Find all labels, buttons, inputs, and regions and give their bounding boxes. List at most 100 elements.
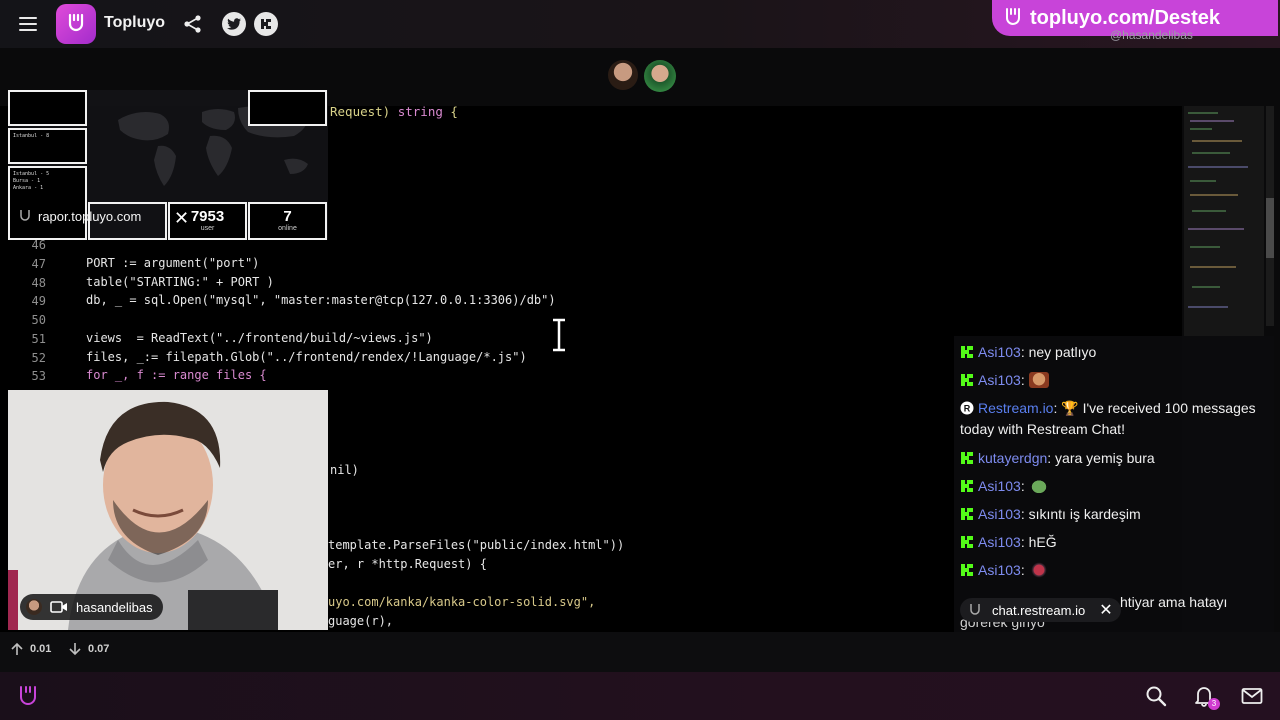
line-number: 49 [31,294,46,308]
share-icon[interactable] [181,12,205,36]
kick-badge-icon [961,346,973,358]
line-number: 50 [31,313,46,327]
kick-badge-icon [961,374,973,386]
report-url: rapor.topluyo.com [38,208,142,224]
code-line: PORT := argument("port") [86,256,260,270]
mail-icon[interactable] [1240,684,1264,708]
online-count: 7 [283,208,292,225]
viewer-avatar[interactable] [644,60,676,92]
kick-badge-icon [961,480,973,492]
bottom-nav [0,672,1280,720]
chat-message-partial: htiyar ama hatayı [1120,594,1228,610]
report-widget: Istanbul - 8 Istanbul - 5 Bursa - 1 Anka… [8,90,328,240]
chat-text: sıkıntı iş kardeşim [1024,506,1141,522]
code-fragment: er, r *http.Request) { [328,557,487,571]
chat-text: hEĞ [1024,534,1057,550]
chat-username[interactable]: Asi103 [978,478,1021,494]
streamer-name: hasandelibas [76,599,153,615]
bug-emote-icon [1028,562,1049,578]
close-icon[interactable]: ✕ [1099,600,1112,620]
avatar [26,599,42,615]
line-number: 48 [31,276,46,290]
code-fragment: template.ParseFiles("public/index.html")… [328,538,625,552]
chat-username[interactable]: Restream.io [978,400,1053,416]
line-number: 47 [31,257,46,271]
online-stat-box: 7 online [248,202,327,240]
report-box [8,90,87,126]
chat-message: Asi103: [960,370,1266,391]
svg-text:R: R [964,404,971,414]
report-box: Istanbul - 8 [8,128,87,164]
online-label: online [278,225,297,232]
code-line: for _, f := range files { [86,368,267,382]
upload-value: 0.01 [30,643,52,655]
topluyo-logo[interactable] [56,4,96,44]
close-icon[interactable]: ✕ [174,208,189,229]
kick-icon[interactable] [254,12,278,36]
chat-message: Asi103: ney patlıyo [960,342,1266,363]
arrow-down-icon [69,643,81,656]
code-line: views = ReadText("../frontend/build/~vie… [86,331,433,345]
chat-username[interactable]: Asi103 [978,534,1021,550]
stream-view[interactable]: Request) string { 46 47 48 49 50 51 52 5… [0,48,1280,632]
line-number: 51 [31,332,46,346]
code-line: files, _:= filepath.Glob("../frontend/re… [86,350,527,364]
code-fragment: guage(r), [328,614,394,628]
frog-emote-icon [1028,478,1049,494]
promo-handle: @hasandelibas [1110,28,1193,42]
code-minimap[interactable] [1184,106,1264,336]
camera-icon [50,601,67,613]
top-bar: Topluyo topluyo.com/Destek @hasandelibas [0,0,1280,48]
chat-username[interactable]: Asi103 [978,344,1021,360]
report-box: Istanbul - 5 Bursa - 1 Ankara - 1 [8,166,87,240]
webcam-feed: hasandelibas [8,390,328,630]
report-city-list: Istanbul - 8 [13,133,50,139]
chat-text: yara yemiş bura [1051,450,1155,466]
line-number: 53 [31,369,46,383]
kick-badge-icon [961,564,973,576]
download-value: 0.07 [88,643,110,655]
editor-scroll-thumb[interactable] [1266,198,1274,258]
chat-message: R Restream.io: 🏆 I've received 100 messag… [960,400,1256,437]
chat-username[interactable]: kutayerdgn [978,450,1047,466]
code-line: db, _ = sql.Open("mysql", "master:master… [86,293,556,307]
chat-message: kutayerdgn: yara yemiş bura [960,448,1266,469]
code-line: table("STARTING:" + PORT ) [86,275,274,289]
upload-stat: 0.01 [10,642,51,656]
promo-text: topluyo.com/Destek [1030,6,1221,29]
topluyo-mark-icon [1006,8,1020,25]
chat-username[interactable]: Asi103 [978,506,1021,522]
topluyo-mark-icon [20,210,30,221]
chat-text: ney patlıyo [1024,344,1097,360]
topluyo-mark-icon [970,604,980,615]
stream-stats-bar: 0.01 0.07 [0,632,1280,668]
menu-icon[interactable] [16,12,40,36]
streamer-tag[interactable]: hasandelibas [20,594,163,620]
kick-badge-icon [961,536,973,548]
line-number: 46 [31,238,46,252]
face-emote-icon [1028,372,1049,388]
chat-message: Asi103: hEĞ [960,532,1266,553]
chat-source-label: chat.restream.io [992,602,1086,618]
kick-badge-icon [961,452,973,464]
line-number: 52 [31,351,46,365]
code-fragment: uyo.com/kanka/kanka-color-solid.svg", [328,595,596,609]
chat-username[interactable]: Asi103 [978,562,1021,578]
app-title[interactable]: Topluyo [104,14,165,32]
chat-source-tag[interactable]: chat.restream.io ✕ [960,598,1121,622]
topluyo-home-icon[interactable] [16,684,40,708]
text-cursor-icon [553,318,565,352]
kick-badge-icon [961,508,973,520]
chat-message: Asi103: [960,476,1266,497]
chat-message: Asi103: [960,560,1266,581]
chat-message: Asi103: sıkıntı iş kardeşim [960,504,1266,525]
code-fragment: nil) [330,463,359,477]
report-box [248,90,327,126]
notification-count-badge: 3 [1208,698,1220,710]
twitter-icon[interactable] [222,12,246,36]
viewer-avatar[interactable] [608,60,638,90]
report-city-list: Istanbul - 5 Bursa - 1 Ankara - 1 [13,171,50,191]
search-icon[interactable] [1144,684,1168,708]
report-link[interactable]: rapor.topluyo.com [18,208,141,224]
chat-username[interactable]: Asi103 [978,372,1021,388]
